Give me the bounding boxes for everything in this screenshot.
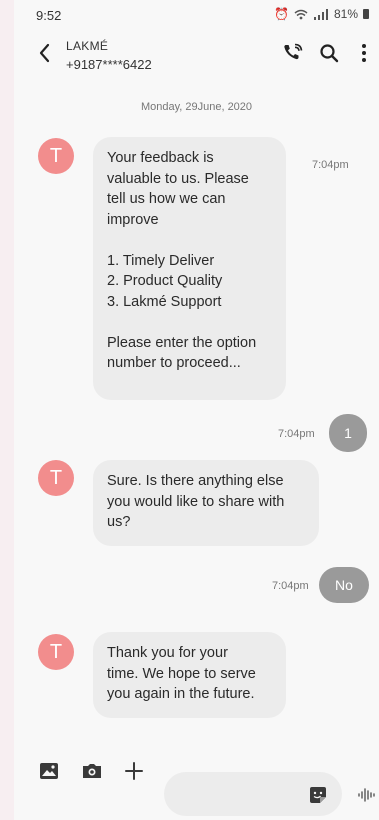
sticker-icon[interactable] — [305, 782, 331, 808]
outgoing-message-bubble[interactable]: 1 — [329, 414, 367, 452]
battery-icon — [363, 9, 369, 19]
voice-wave-icon[interactable] — [353, 782, 379, 808]
contact-number: +9187****6422 — [66, 57, 152, 72]
plus-icon[interactable] — [121, 758, 147, 784]
message-time: 7:04pm — [272, 580, 309, 592]
outgoing-message-bubble[interactable]: No — [319, 567, 369, 603]
message-time: 7:04pm — [278, 428, 315, 440]
wifi-icon — [294, 9, 308, 19]
status-icons: ⏰ 81% — [274, 7, 369, 21]
more-vertical-icon[interactable] — [351, 40, 377, 66]
incoming-message-bubble[interactable]: Your feedback is valuable to us. Please … — [93, 137, 286, 400]
image-icon[interactable] — [36, 758, 62, 784]
messages-screen: 9:52 ⏰ 81% LAKMÉ +9187****6422 Monday, 2… — [14, 0, 379, 820]
conversation-header: LAKMÉ +9187****6422 — [14, 30, 379, 80]
wifi-call-icon[interactable] — [280, 40, 306, 66]
camera-icon[interactable] — [79, 758, 105, 784]
status-time: 9:52 — [36, 8, 62, 23]
avatar[interactable]: T — [38, 634, 74, 670]
search-icon[interactable] — [316, 40, 342, 66]
alarm-icon: ⏰ — [274, 7, 289, 21]
date-separator: Monday, 29June, 2020 — [140, 101, 253, 113]
status-bar: 9:52 ⏰ 81% — [14, 0, 379, 28]
avatar[interactable]: T — [38, 460, 74, 496]
incoming-message-bubble[interactable]: Sure. Is there anything else you would l… — [93, 460, 319, 546]
signal-icon — [313, 8, 328, 20]
message-time: 7:04pm — [312, 159, 349, 171]
contact-name: LAKMÉ — [66, 39, 109, 53]
back-arrow-icon[interactable] — [34, 40, 58, 66]
battery-percent: 81% — [333, 7, 358, 21]
avatar[interactable]: T — [38, 138, 74, 174]
compose-bar — [14, 748, 379, 816]
incoming-message-bubble[interactable]: Thank you for your time. We hope to serv… — [93, 632, 286, 718]
